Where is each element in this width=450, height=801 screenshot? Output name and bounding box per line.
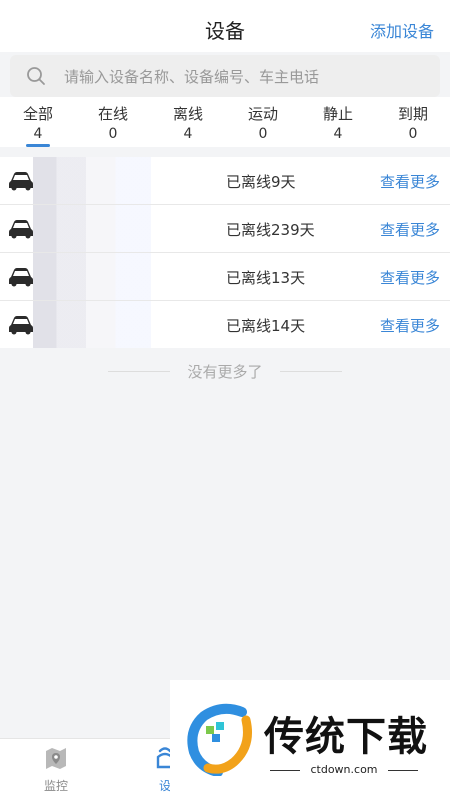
tab-label: 静止 (322, 105, 353, 123)
search-input[interactable] (62, 55, 426, 99)
view-more-link[interactable]: 查看更多 (380, 171, 440, 192)
device-status: 已离线9天 (226, 173, 296, 191)
device-status: 已离线14天 (226, 317, 306, 335)
car-icon (9, 316, 33, 335)
view-more-link[interactable]: 查看更多 (380, 267, 440, 288)
search-icon (27, 67, 45, 85)
tab-label: 在线 (97, 105, 128, 123)
header-bar: 设备 添加设备 (0, 0, 450, 52)
tab-count: 0 (258, 126, 268, 142)
car-icon (9, 172, 33, 191)
device-row[interactable]: 已离线14天 查看更多 (0, 301, 450, 348)
search-bar[interactable] (10, 55, 440, 99)
redacted-device-name (33, 253, 151, 300)
tab-count: 0 (108, 126, 118, 142)
tab-count: 4 (183, 126, 193, 142)
divider (280, 371, 342, 372)
redacted-device-name (33, 301, 151, 348)
list-end-indicator: 没有更多了 (0, 361, 450, 382)
list-end-text: 没有更多了 (187, 363, 263, 381)
watermark-overlay: 传统下载 ctdown.com (170, 680, 450, 800)
device-row[interactable]: 已离线239天 查看更多 (0, 205, 450, 253)
redacted-device-name (33, 205, 151, 252)
device-status: 已离线239天 (226, 221, 315, 239)
car-icon (9, 220, 33, 239)
device-list: 已离线9天 查看更多 已离线239天 查看更多 已离线13天 查看更多 已离线1… (0, 157, 450, 348)
device-status: 已离线13天 (226, 269, 306, 287)
tab-label: 到期 (397, 105, 428, 123)
tab-expired[interactable]: 到期 0 (383, 103, 443, 142)
tab-active-indicator (26, 144, 50, 147)
tab-all[interactable]: 全部 4 (8, 103, 68, 147)
redacted-device-name (33, 157, 151, 204)
tab-count: 4 (33, 126, 43, 142)
divider (270, 770, 300, 771)
watermark-url: ctdown.com (264, 763, 424, 776)
watermark-url-text: ctdown.com (310, 763, 378, 776)
tab-offline[interactable]: 离线 4 (158, 103, 218, 142)
divider (108, 371, 170, 372)
device-row[interactable]: 已离线9天 查看更多 (0, 157, 450, 205)
tab-stationary[interactable]: 静止 4 (308, 103, 368, 142)
ctdown-logo-icon (187, 703, 252, 776)
tab-label: 离线 (172, 105, 203, 123)
tab-moving[interactable]: 运动 0 (233, 103, 293, 142)
divider (388, 770, 418, 771)
car-icon (9, 268, 33, 287)
tab-online[interactable]: 在线 0 (83, 103, 143, 142)
tab-count: 4 (333, 126, 343, 142)
map-pin-icon (46, 748, 66, 769)
tab-count: 0 (408, 126, 418, 142)
device-row[interactable]: 已离线13天 查看更多 (0, 253, 450, 301)
filter-tabs: 全部 4 在线 0 离线 4 运动 0 静止 4 到期 0 (0, 97, 450, 147)
watermark-text: 传统下载 (264, 714, 428, 760)
view-more-link[interactable]: 查看更多 (380, 315, 440, 336)
view-more-link[interactable]: 查看更多 (380, 219, 440, 240)
tab-label: 全部 (22, 105, 53, 123)
add-device-button[interactable]: 添加设备 (370, 18, 434, 42)
tab-label: 运动 (247, 105, 278, 123)
nav-label: 监控 (43, 779, 68, 793)
nav-monitor[interactable]: 监控 (26, 745, 86, 794)
